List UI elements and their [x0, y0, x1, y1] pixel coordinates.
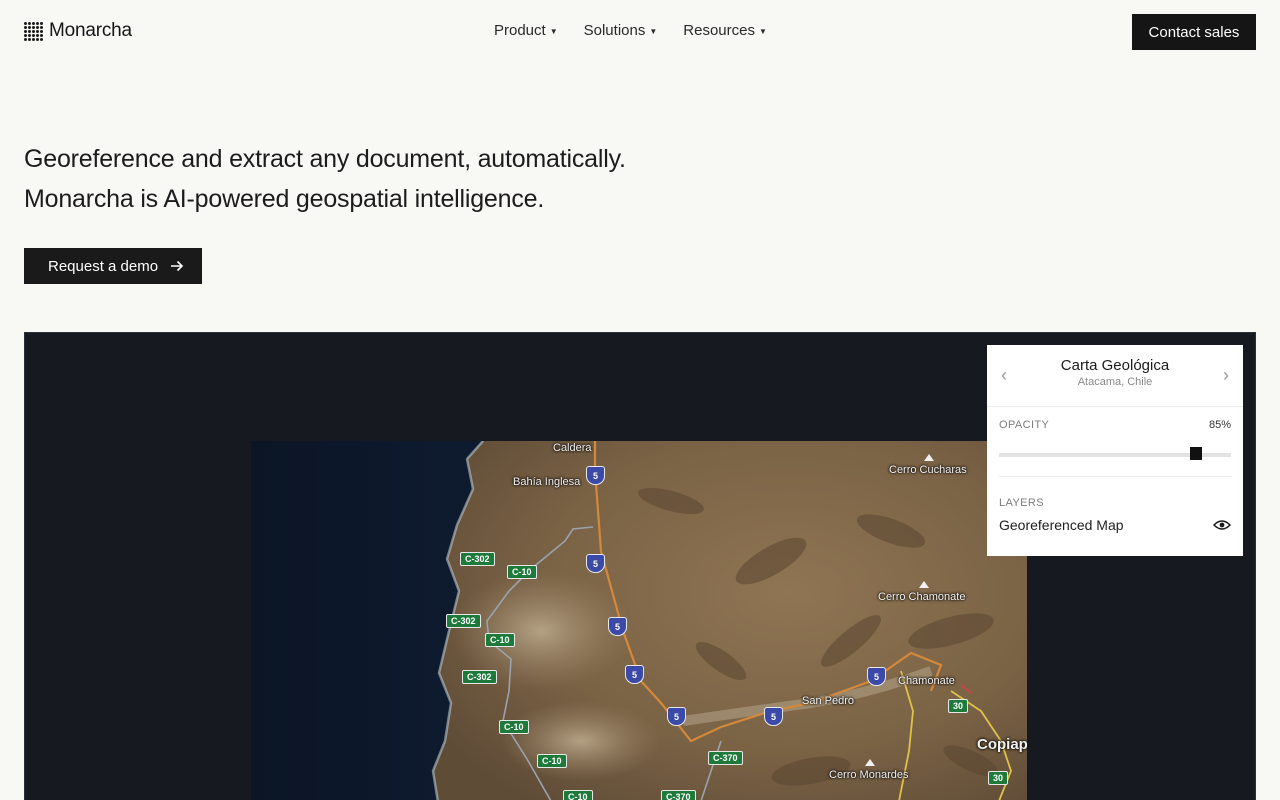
arrow-right-icon [171, 260, 184, 272]
eye-icon[interactable] [1213, 519, 1231, 531]
hero-headline: Georeference and extract any document, a… [24, 139, 626, 219]
route-30-sign: 30 [948, 699, 969, 713]
menu-product[interactable]: Product ▼ [494, 22, 558, 39]
highway-5-shield: 5 [608, 617, 627, 636]
place-cerro-chamonate: Cerro Chamonate [878, 591, 966, 603]
menu-solutions[interactable]: Solutions ▼ [584, 22, 658, 39]
place-chamonate: Chamonate [898, 675, 955, 687]
chevron-down-icon: ▼ [549, 27, 558, 36]
hero-line-1: Georeference and extract any document, a… [24, 145, 626, 173]
highway-5-shield: 5 [667, 707, 686, 726]
contact-sales-button[interactable]: Contact sales [1132, 14, 1256, 50]
route-c302-sign: C-302 [460, 552, 495, 566]
place-copiapo: Copiapó [977, 736, 1027, 753]
top-nav: Monarcha Product ▼ Solutions ▼ Resources… [0, 0, 1280, 64]
menu-resources-label: Resources [683, 22, 755, 39]
menu-solutions-label: Solutions [583, 22, 646, 39]
route-30-sign: 30 [988, 771, 1009, 785]
highway-5-shield: 5 [764, 707, 783, 726]
highway-5-shield: 5 [867, 667, 886, 686]
peak-icon [924, 454, 934, 461]
route-c302-sign: C-302 [462, 670, 497, 684]
highway-5-shield: 5 [586, 554, 605, 573]
place-cerro-monardes: Cerro Monardes [829, 769, 909, 781]
peak-icon [919, 581, 929, 588]
place-bahia-inglesa: Bahía Inglesa [513, 476, 581, 488]
peak-icon [865, 759, 875, 766]
satellite-map[interactable]: Caldera Bahía Inglesa Cerro Cucharas Cer… [251, 441, 1027, 800]
layer-row[interactable]: Georeferenced Map [999, 517, 1231, 533]
route-c370-sign: C-370 [708, 751, 743, 765]
layers-section: LAYERS Georeferenced Map [987, 497, 1243, 533]
panel-header: ‹ Carta Geológica Atacama, Chile › [987, 345, 1243, 407]
panel-subtitle: Atacama, Chile [1077, 376, 1153, 388]
hero-line-2: Monarcha is AI-powered geospatial intell… [24, 185, 545, 213]
route-c10-sign: C-10 [563, 790, 593, 800]
chevron-down-icon: ▼ [758, 27, 767, 36]
chevron-down-icon: ▼ [649, 27, 658, 36]
request-demo-label: Request a demo [48, 257, 159, 275]
route-c10-sign: C-10 [499, 720, 529, 734]
opacity-slider[interactable] [999, 447, 1231, 460]
request-demo-button[interactable]: Request a demo [24, 248, 202, 284]
opacity-slider-handle[interactable] [1190, 447, 1203, 460]
chevron-right-icon[interactable]: › [1223, 365, 1229, 386]
opacity-value: 85% [1208, 419, 1231, 431]
place-caldera: Caldera [553, 442, 592, 454]
route-c370-sign: C-370 [661, 790, 696, 800]
highway-5-shield: 5 [586, 466, 605, 485]
highway-5-shield: 5 [625, 665, 644, 684]
route-c302-sign: C-302 [446, 614, 481, 628]
opacity-label: OPACITY [999, 419, 1050, 431]
panel-title: Carta Geológica [1060, 357, 1170, 374]
place-san-pedro: San Pedro [802, 695, 854, 707]
main-menu: Product ▼ Solutions ▼ Resources ▼ [494, 22, 767, 39]
layer-name: Georeferenced Map [999, 517, 1124, 533]
brand-logo[interactable]: Monarcha [24, 20, 132, 42]
menu-resources[interactable]: Resources ▼ [683, 22, 767, 39]
route-c10-sign: C-10 [485, 633, 515, 647]
terrain-graphic [251, 441, 1027, 800]
route-c10-sign: C-10 [507, 565, 537, 579]
place-cerro-cucharas: Cerro Cucharas [889, 464, 967, 476]
panel-divider [999, 476, 1231, 477]
opacity-section: OPACITY 85% [987, 419, 1243, 477]
route-c10-sign: C-10 [537, 754, 567, 768]
layers-label: LAYERS [999, 497, 1044, 509]
menu-product-label: Product [494, 22, 546, 39]
layer-panel: ‹ Carta Geológica Atacama, Chile › OPACI… [987, 345, 1243, 556]
logo-dots-icon [24, 21, 43, 41]
brand-name: Monarcha [49, 20, 132, 41]
chevron-left-icon[interactable]: ‹ [1001, 365, 1007, 386]
